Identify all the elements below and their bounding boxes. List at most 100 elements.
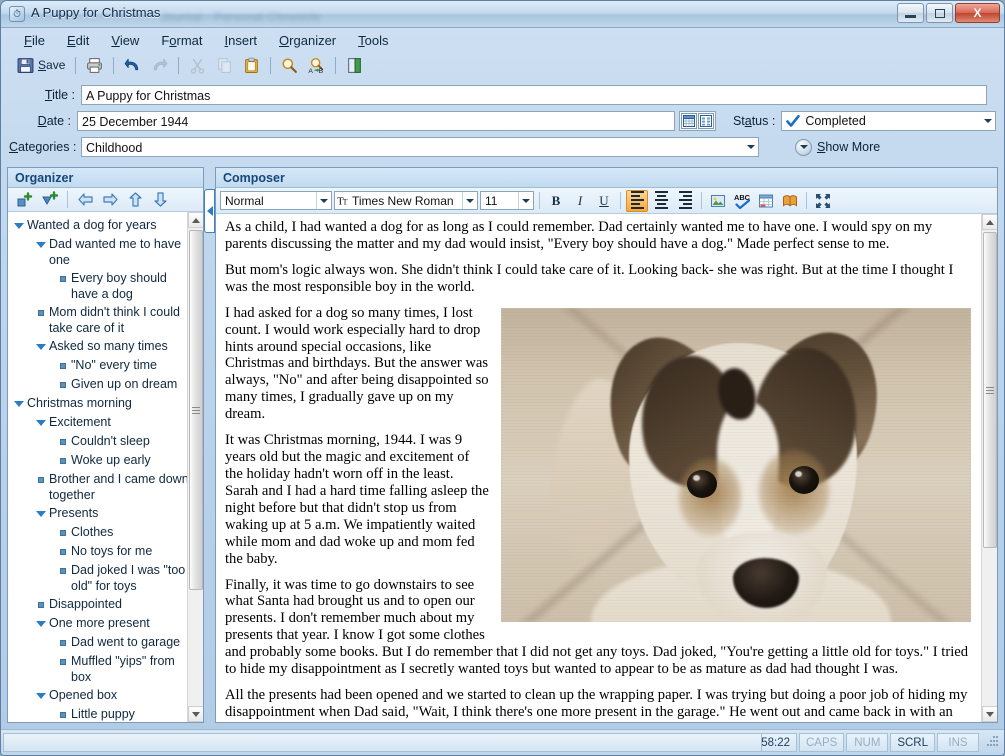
tree-node[interactable]: "No" every time: [11, 356, 201, 375]
tree-node[interactable]: Asked so many times: [11, 337, 201, 356]
expand-triangle-icon[interactable]: [11, 217, 27, 234]
tree-node[interactable]: Dad went to garage: [11, 633, 201, 652]
scroll-down-button[interactable]: [188, 706, 203, 722]
expand-triangle-icon[interactable]: [11, 395, 27, 412]
show-more-button[interactable]: Show More: [795, 139, 880, 156]
tree-node[interactable]: Given up on dream: [11, 375, 201, 394]
italic-button[interactable]: I: [569, 190, 591, 212]
redo-button[interactable]: [147, 54, 172, 76]
tree-node[interactable]: Opened box: [11, 686, 201, 705]
insert-table-button[interactable]: [755, 190, 777, 212]
align-left-button[interactable]: [626, 190, 648, 212]
print-button[interactable]: [82, 54, 107, 76]
organizer-tree[interactable]: Wanted a dog for yearsDad wanted me to h…: [8, 212, 203, 722]
toolbar-separator: [75, 57, 76, 74]
menu-format[interactable]: Format: [150, 31, 213, 50]
paragraph-style-select[interactable]: Normal: [220, 191, 332, 210]
calendar-picker-button[interactable]: [681, 113, 697, 129]
fullscreen-button[interactable]: [812, 190, 834, 212]
add-child-button[interactable]: [39, 189, 61, 211]
document-area: As a child, I had wanted a dog for as lo…: [216, 214, 997, 722]
save-button[interactable]: Save: [13, 54, 69, 76]
tree-node[interactable]: Disappointed: [11, 595, 201, 614]
align-right-button[interactable]: [674, 190, 696, 212]
demote-button[interactable]: [99, 189, 121, 211]
menu-insert[interactable]: Insert: [214, 31, 269, 50]
expand-triangle-icon[interactable]: [33, 338, 49, 355]
pane-splitter[interactable]: [204, 167, 215, 723]
tree-node[interactable]: Muffled "yips" from box: [11, 652, 201, 686]
tree-node[interactable]: Couldn't sleep: [11, 432, 201, 451]
add-item-button[interactable]: [14, 189, 36, 211]
doc-scroll-up-button[interactable]: [982, 214, 997, 230]
exit-button[interactable]: [342, 54, 367, 76]
copy-button[interactable]: [212, 54, 237, 76]
status-select[interactable]: Completed: [781, 111, 996, 131]
tree-node[interactable]: Every boy should have a dog: [11, 269, 201, 303]
font-family-select[interactable]: T T Times New Roman: [334, 191, 478, 210]
maximize-button[interactable]: [926, 3, 953, 23]
tree-node[interactable]: Brother and I came down together: [11, 470, 201, 504]
size-chevron-down-icon[interactable]: [518, 192, 533, 209]
tree-node[interactable]: Christmas morning: [11, 394, 201, 413]
align-center-button[interactable]: [650, 190, 672, 212]
tree-node[interactable]: No toys for me: [11, 542, 201, 561]
underline-button[interactable]: U: [593, 190, 615, 212]
font-size-select[interactable]: 11: [480, 191, 534, 210]
tree-node[interactable]: Dad joked I was "too old" for toys: [11, 561, 201, 595]
doc-scroll-down-button[interactable]: [982, 706, 997, 722]
composer-toolbar-separator: [701, 192, 702, 209]
tree-node[interactable]: Wanted a dog for years: [11, 216, 201, 235]
dictionary-button[interactable]: [779, 190, 801, 212]
menu-organizer[interactable]: Organizer: [268, 31, 347, 50]
minimize-button[interactable]: [897, 3, 924, 23]
tree-node[interactable]: Clothes: [11, 523, 201, 542]
categories-chevron-down-icon[interactable]: [743, 138, 758, 155]
status-chevron-down-icon[interactable]: [980, 112, 995, 129]
organizer-scrollbar[interactable]: [187, 212, 203, 722]
spell-check-button[interactable]: ABC: [731, 190, 753, 212]
date-input[interactable]: 25 December 1944: [77, 111, 675, 131]
expand-triangle-icon[interactable]: [33, 687, 49, 704]
move-down-button[interactable]: [149, 189, 171, 211]
menu-edit[interactable]: Edit: [56, 31, 100, 50]
font-chevron-down-icon[interactable]: [462, 192, 477, 209]
menu-view[interactable]: View: [100, 31, 150, 50]
bold-button[interactable]: B: [545, 190, 567, 212]
puppy-photo[interactable]: [501, 308, 971, 622]
document-scrollbar[interactable]: [981, 214, 997, 722]
menu-file[interactable]: File: [13, 31, 56, 50]
categories-row: Categories : Childhood Show More: [9, 136, 996, 158]
paste-button[interactable]: [239, 54, 264, 76]
title-input[interactable]: A Puppy for Christmas: [81, 85, 987, 105]
find-replace-button[interactable]: A B: [304, 54, 329, 76]
cut-button[interactable]: [185, 54, 210, 76]
doc-scrollbar-thumb[interactable]: [983, 232, 997, 548]
tree-node[interactable]: Presents: [11, 504, 201, 523]
style-chevron-down-icon[interactable]: [316, 192, 331, 209]
expand-triangle-icon[interactable]: [33, 414, 49, 431]
categories-input[interactable]: Childhood: [81, 137, 759, 157]
find-button[interactable]: [277, 54, 302, 76]
tree-node[interactable]: One more present: [11, 614, 201, 633]
collapse-organizer-button[interactable]: [204, 189, 215, 233]
move-up-button[interactable]: [124, 189, 146, 211]
expand-triangle-icon[interactable]: [33, 505, 49, 522]
scrollbar-thumb[interactable]: [189, 230, 203, 590]
date-list-button[interactable]: [698, 113, 714, 129]
menu-tools[interactable]: Tools: [347, 31, 399, 50]
scroll-up-button[interactable]: [188, 212, 203, 228]
undo-button[interactable]: [120, 54, 145, 76]
resize-grip-icon[interactable]: [982, 733, 1000, 752]
tree-node[interactable]: Mom didn't think I could take care of it: [11, 303, 201, 337]
document-text[interactable]: As a child, I had wanted a dog for as lo…: [216, 214, 981, 722]
tree-node[interactable]: Little puppy: [11, 705, 201, 722]
tree-node[interactable]: Woke up early: [11, 451, 201, 470]
expand-triangle-icon[interactable]: [33, 236, 49, 253]
promote-button[interactable]: [74, 189, 96, 211]
tree-node[interactable]: Dad wanted me to have one: [11, 235, 201, 269]
expand-triangle-icon[interactable]: [33, 615, 49, 632]
insert-picture-button[interactable]: [707, 190, 729, 212]
close-button[interactable]: X: [955, 3, 1000, 23]
tree-node[interactable]: Excitement: [11, 413, 201, 432]
